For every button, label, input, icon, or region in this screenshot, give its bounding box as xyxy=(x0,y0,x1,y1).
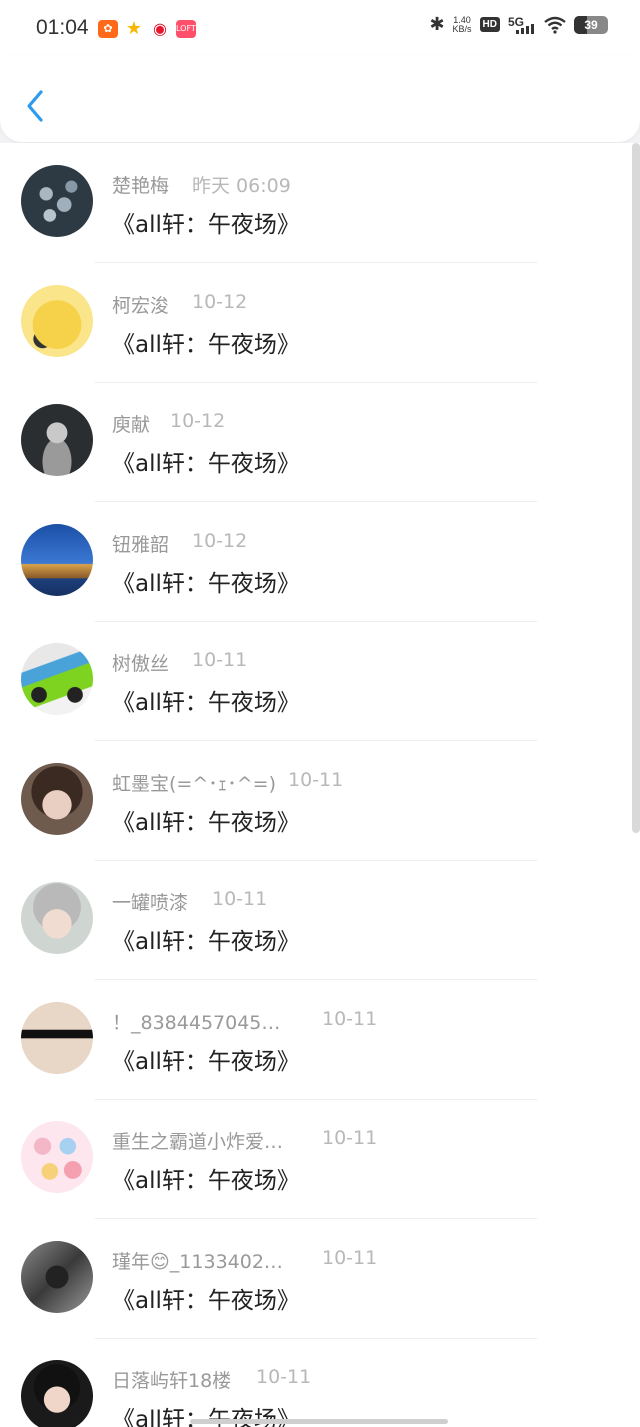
net-speed-unit: KB/s xyxy=(452,23,472,34)
sender-name: ！_8384457045… xyxy=(112,1012,281,1034)
sender-name: 虹墨宝(=^･ｪ･^=) xyxy=(112,773,277,795)
lofter-icon: LOFTER xyxy=(176,20,206,38)
sender-name: 楚艳梅 xyxy=(112,175,170,197)
message-time: 昨天 06:09 xyxy=(192,175,291,197)
net-speed: 1.40 KB/s xyxy=(452,15,472,34)
battery-icon: 39 xyxy=(574,15,608,34)
avatar[interactable] xyxy=(21,643,93,715)
message-list: 楚艳梅 昨天 06:09 《all轩：午夜场》 柯宏浚 10-12 《all轩：午夜… xyxy=(0,143,640,1427)
message-time: 10-11 xyxy=(322,1008,378,1030)
message-time: 10-11 xyxy=(288,769,344,791)
chevron-left-icon[interactable] xyxy=(22,88,52,124)
message-time: 10-11 xyxy=(322,1247,378,1269)
message-text: 《all轩：午夜场》 xyxy=(112,810,300,836)
avatar[interactable] xyxy=(21,1002,93,1074)
message-text: 《all轩：午夜场》 xyxy=(112,690,300,716)
sender-name: 钮雅韶 xyxy=(112,534,170,556)
kuaishou-icon: ✿ xyxy=(98,20,118,38)
avatar[interactable] xyxy=(21,882,93,954)
message-text: 《all轩：午夜场》 xyxy=(112,1288,300,1314)
wifi-icon xyxy=(544,16,566,34)
avatar[interactable] xyxy=(21,1121,93,1193)
message-text: 《all轩：午夜场》 xyxy=(112,332,300,358)
signal-icon: 5G xyxy=(508,15,536,35)
status-bar: 01:04 ✿ ★ ◉ LOFTER ✱ 1.40 KB/s HD 5G 39 xyxy=(0,0,640,56)
avatar[interactable] xyxy=(21,763,93,835)
bluetooth-icon: ✱ xyxy=(429,14,445,35)
message-time: 10-11 xyxy=(192,649,248,671)
sender-name: 庾献 xyxy=(112,414,151,436)
message-time: 10-12 xyxy=(192,530,248,552)
sender-name: 重生之霸道小炸爱… xyxy=(112,1131,284,1153)
top-nav-bar xyxy=(0,56,640,142)
notification-icons: ✿ ★ ◉ LOFTER xyxy=(98,18,206,39)
sender-name: 树傲丝 xyxy=(112,653,170,675)
list-item[interactable]: 树傲丝 10-11 《all轩：午夜场》 xyxy=(0,621,632,741)
avatar[interactable] xyxy=(21,404,93,476)
avatar[interactable] xyxy=(21,285,93,357)
avatar[interactable] xyxy=(21,1241,93,1313)
sender-name: 日落屿轩18楼 xyxy=(112,1370,232,1392)
home-indicator[interactable] xyxy=(190,1419,448,1424)
star-app-icon: ★ xyxy=(125,18,143,39)
weibo-icon: ◉ xyxy=(153,19,167,38)
sender-name: 柯宏浚 xyxy=(112,295,170,317)
message-time: 10-11 xyxy=(322,1127,378,1149)
message-time: 10-11 xyxy=(212,888,268,910)
sender-name: 一罐喷漆 xyxy=(112,892,189,914)
message-time: 10-12 xyxy=(170,410,226,432)
message-text: 《all轩：午夜场》 xyxy=(112,571,300,597)
list-item[interactable]: 庾献 10-12 《all轩：午夜场》 xyxy=(0,382,632,502)
scrollbar[interactable] xyxy=(632,143,640,833)
message-time: 10-11 xyxy=(256,1366,312,1388)
list-item[interactable]: 重生之霸道小炸爱… 10-11 《all轩：午夜场》 xyxy=(0,1099,632,1219)
list-item[interactable]: 楚艳梅 昨天 06:09 《all轩：午夜场》 xyxy=(0,143,632,263)
avatar[interactable] xyxy=(21,1360,93,1427)
list-item[interactable]: 日落屿轩18楼 10-11 《all轩：午夜场》 xyxy=(0,1338,632,1427)
avatar[interactable] xyxy=(21,165,93,237)
message-text: 《all轩：午夜场》 xyxy=(112,451,300,477)
sender-name: 瑾年😊_1133402… xyxy=(112,1251,283,1273)
message-text: 《all轩：午夜场》 xyxy=(112,929,300,955)
clock: 01:04 xyxy=(36,16,89,39)
list-item[interactable]: 虹墨宝(=^･ｪ･^=) 10-11 《all轩：午夜场》 xyxy=(0,741,632,861)
list-item[interactable]: 钮雅韶 10-12 《all轩：午夜场》 xyxy=(0,502,632,622)
list-item[interactable]: 柯宏浚 10-12 《all轩：午夜场》 xyxy=(0,263,632,383)
hd-badge: HD xyxy=(479,17,500,32)
list-item[interactable]: 瑾年😊_1133402… 10-11 《all轩：午夜场》 xyxy=(0,1219,632,1339)
avatar[interactable] xyxy=(21,524,93,596)
message-text: 《all轩：午夜场》 xyxy=(112,212,300,238)
message-text: 《all轩：午夜场》 xyxy=(112,1168,300,1194)
list-item[interactable]: 一罐喷漆 10-11 《all轩：午夜场》 xyxy=(0,860,632,980)
list-item[interactable]: ！_8384457045… 10-11 《all轩：午夜场》 xyxy=(0,980,632,1100)
message-text: 《all轩：午夜场》 xyxy=(112,1049,300,1075)
system-icons: ✱ 1.40 KB/s HD 5G 39 xyxy=(429,14,608,35)
message-time: 10-12 xyxy=(192,291,248,313)
battery-level: 39 xyxy=(584,17,598,32)
